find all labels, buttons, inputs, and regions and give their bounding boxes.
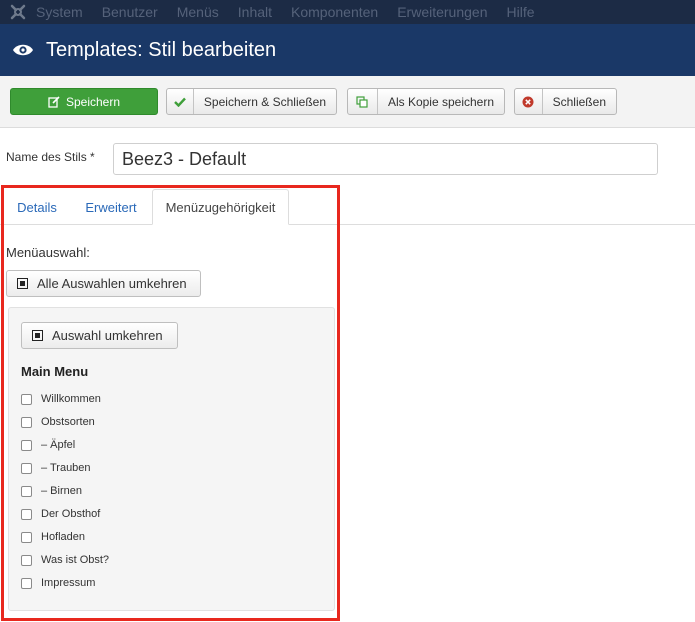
menu-extensions[interactable]: Erweiterungen — [397, 4, 487, 20]
menu-help[interactable]: Hilfe — [506, 4, 534, 20]
save-copy-label: Als Kopie speichern — [387, 94, 494, 109]
menu-item-label: Der Obsthof — [41, 508, 101, 520]
checkbox[interactable] — [21, 393, 32, 405]
checkbox[interactable] — [21, 531, 32, 543]
style-name-label: Name des Stils * — [6, 150, 95, 164]
close-label: Schließen — [552, 94, 606, 109]
checkbox[interactable] — [21, 577, 32, 589]
menu-item-birnen[interactable]: – Birnen — [21, 483, 82, 499]
checkbox[interactable] — [21, 554, 32, 566]
tab-advanced[interactable]: Erweitert — [74, 189, 148, 225]
toolbar: Speichern Speichern & Schließen Als Kopi… — [0, 76, 695, 128]
menu-item-aepfel[interactable]: – Äpfel — [21, 437, 75, 453]
save-button[interactable]: Speichern — [10, 88, 158, 115]
save-close-label: Speichern & Schließen — [203, 94, 326, 109]
joomla-logo-icon[interactable] — [0, 0, 36, 24]
copy-icon — [348, 89, 378, 114]
checkbox[interactable] — [21, 485, 32, 497]
menu-content[interactable]: Inhalt — [238, 4, 272, 20]
close-button[interactable]: Schließen — [514, 88, 617, 115]
menu-menus[interactable]: Menüs — [177, 4, 219, 20]
save-close-button[interactable]: Speichern & Schließen — [166, 88, 337, 115]
close-circle-icon — [515, 89, 543, 114]
square-icon — [32, 330, 43, 341]
menu-item-label: – Birnen — [41, 485, 82, 497]
toggle-all-label: Alle Auswahlen umkehren — [37, 276, 187, 291]
toggle-all-selections-button[interactable]: Alle Auswahlen umkehren — [6, 270, 201, 297]
square-icon — [17, 278, 28, 289]
checkbox[interactable] — [21, 462, 32, 474]
menu-item-label: Hofladen — [41, 531, 86, 543]
menu-item-obsthof[interactable]: Der Obsthof — [21, 506, 100, 522]
menu-system[interactable]: System — [36, 4, 83, 20]
toggle-selection-label: Auswahl umkehren — [52, 328, 163, 343]
check-icon — [167, 89, 194, 114]
menu-item-willkommen[interactable]: Willkommen — [21, 391, 101, 407]
menu-item-label: Obstsorten — [41, 416, 95, 428]
menu-item-label: Impressum — [41, 577, 96, 589]
checkbox[interactable] — [21, 508, 32, 520]
top-menubar: System Benutzer Menüs Inhalt Komponenten… — [0, 0, 695, 24]
toggle-selection-button[interactable]: Auswahl umkehren — [21, 322, 178, 349]
menu-item-label: – Trauben — [41, 462, 91, 474]
menu-item-label: Was ist Obst? — [41, 554, 110, 566]
checkbox[interactable] — [21, 439, 32, 451]
tab-menu-assignment[interactable]: Menüzugehörigkeit — [152, 189, 289, 225]
save-button-label: Speichern — [65, 94, 121, 109]
menu-item-hofladen[interactable]: Hofladen — [21, 529, 85, 545]
eye-icon — [12, 39, 34, 61]
menu-item-obstsorten[interactable]: Obstsorten — [21, 414, 95, 430]
checkbox[interactable] — [21, 416, 32, 428]
menu-item-impressum[interactable]: Impressum — [21, 575, 95, 591]
menu-item-was-ist-obst[interactable]: Was ist Obst? — [21, 552, 109, 568]
menu-selection-label: Menüauswahl: — [6, 245, 90, 260]
page-title: Templates: Stil bearbeiten — [46, 38, 277, 61]
menu-users[interactable]: Benutzer — [102, 4, 158, 20]
tab-details[interactable]: Details — [8, 189, 66, 225]
menu-item-label: – Äpfel — [41, 439, 76, 451]
menu-item-trauben[interactable]: – Trauben — [21, 460, 91, 476]
menu-components[interactable]: Komponenten — [291, 4, 378, 20]
edit-icon — [48, 95, 60, 108]
save-copy-button[interactable]: Als Kopie speichern — [347, 88, 505, 115]
menu-item-label: Willkommen — [41, 393, 101, 405]
page-header: Templates: Stil bearbeiten — [0, 24, 695, 76]
style-name-input[interactable] — [113, 143, 658, 175]
main-menu-heading: Main Menu — [21, 364, 89, 379]
